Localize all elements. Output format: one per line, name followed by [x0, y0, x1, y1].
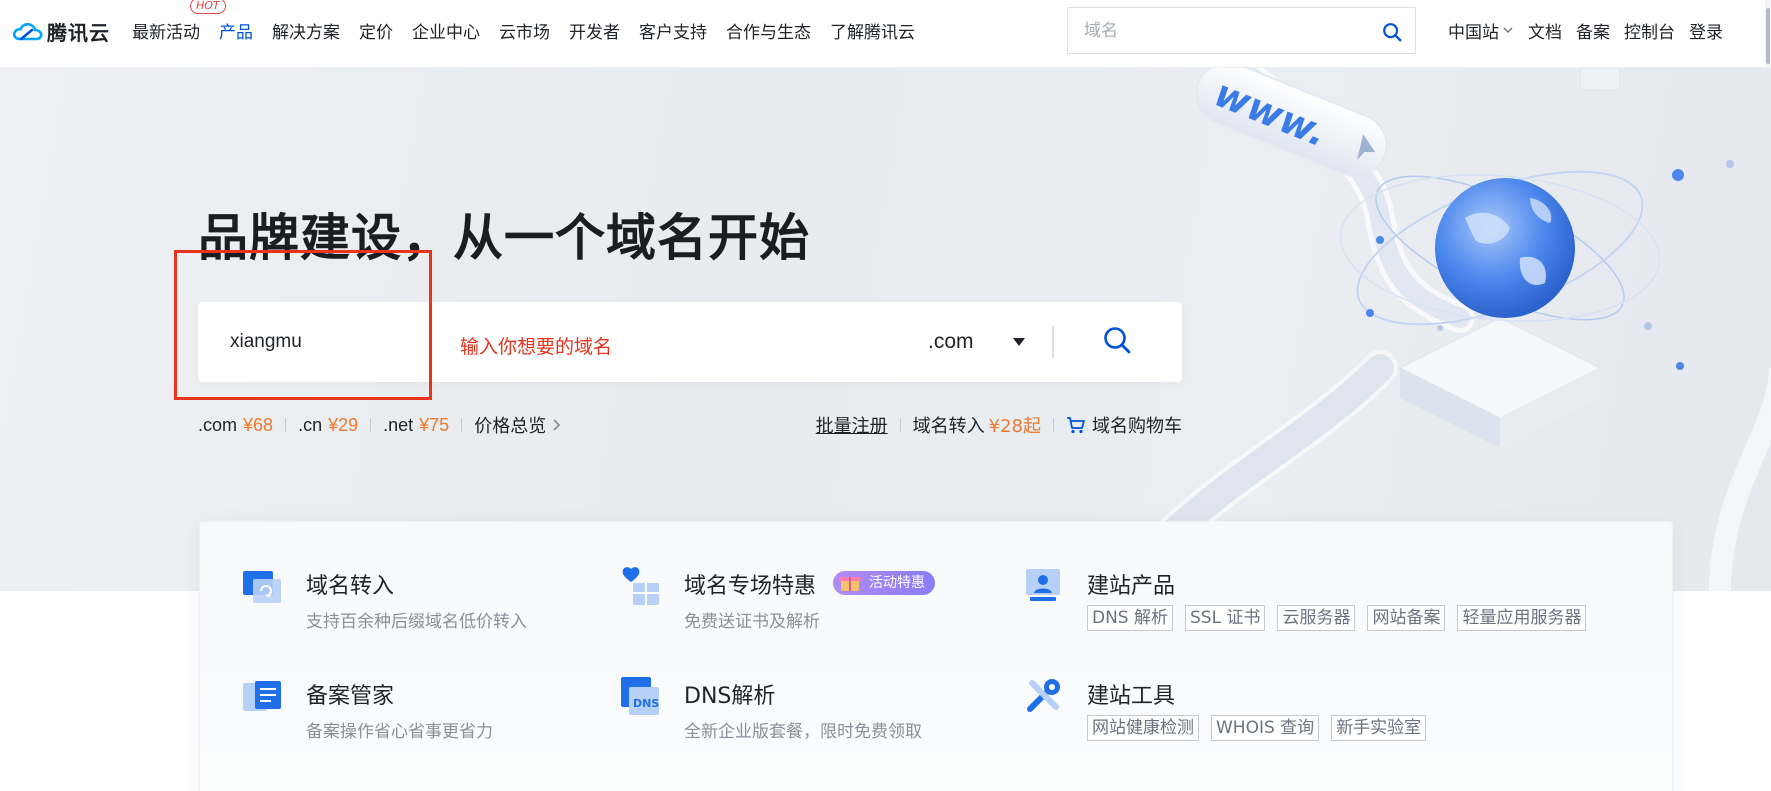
domain-cart-link[interactable]: 域名购物车 [1092, 412, 1182, 438]
nav-item-pricing[interactable]: 定价 [359, 18, 393, 43]
tag-whois[interactable]: WHOIS 查询 [1211, 715, 1320, 741]
promo-badge: 活动特惠 [833, 571, 935, 595]
tld-com-price: ¥68 [243, 414, 274, 435]
scrollbar-thumb[interactable] [1766, 8, 1770, 64]
nav-item-partners[interactable]: 合作与生态 [726, 18, 811, 43]
divider [1053, 418, 1054, 432]
nav-item-products[interactable]: 产品 [219, 18, 253, 43]
divider [285, 418, 287, 432]
service-desc: 支持百余种后缀域名低价转入 [306, 612, 527, 632]
service-desc: 备案操作省心省事更省力 [306, 722, 493, 742]
service-desc: 全新企业版套餐，限时免费领取 [684, 722, 922, 742]
site-product-tags: DNS 解析 SSL 证书 云服务器 网站备案 轻量应用服务器 [1087, 605, 1598, 631]
domain-search-icon[interactable] [1102, 325, 1132, 355]
tag-cvm[interactable]: 云服务器 [1277, 605, 1356, 631]
divider [461, 418, 463, 432]
domain-services-panel: 域名转入 支持百余种后缀域名低价转入 域名专场特惠 活动特惠 免费送证书及解析 [199, 521, 1673, 791]
tag-site-health[interactable]: 网站健康检测 [1087, 715, 1199, 741]
chevron-down-icon [1503, 27, 1513, 33]
header-search [1067, 7, 1416, 54]
dns-icon: DNS [621, 677, 659, 715]
console-link[interactable]: 控制台 [1624, 18, 1675, 43]
promo-gift-icon [839, 577, 861, 591]
top-navigation-bar: 腾讯云 最新活动 HOT 产品 解决方案 定价 企业中心 云市场 开发者 客户支… [0, 0, 1771, 68]
tencent-cloud-logo[interactable]: 腾讯云 [12, 16, 110, 46]
nav-item-about[interactable]: 了解腾讯云 [830, 18, 915, 43]
nav-item-label: 最新活动 [132, 22, 200, 43]
domain-transfer-icon [243, 571, 281, 603]
tag-lighthouse[interactable]: 轻量应用服务器 [1457, 605, 1587, 631]
domain-quick-links: 批量注册 域名转入 ¥28起 域名购物车 [816, 412, 1182, 438]
tools-icon [1027, 679, 1060, 712]
filing-link[interactable]: 备案 [1576, 18, 1610, 43]
divider [1052, 326, 1054, 358]
cloud-logo-icon [12, 22, 43, 41]
hot-badge: HOT [190, 0, 226, 14]
search-icon[interactable] [1381, 21, 1403, 43]
nav-item-solutions[interactable]: 解决方案 [272, 18, 340, 43]
nav-item-enterprise[interactable]: 企业中心 [412, 18, 480, 43]
promo-badge-label: 活动特惠 [869, 575, 925, 591]
logo-text: 腾讯云 [47, 20, 110, 45]
divider [370, 418, 372, 432]
tag-lab[interactable]: 新手实验室 [1331, 715, 1427, 741]
header-search-input[interactable] [1084, 20, 1364, 42]
nav-item-latest-activity[interactable]: 最新活动 HOT [132, 0, 226, 43]
hero-title: 品牌建设，从一个域名开始 [198, 209, 810, 267]
tld-cn[interactable]: .cn [298, 415, 322, 436]
domain-hero-banner: www. 品牌建设，从一个域名开始 输入你想要的域名 .com [0, 68, 1771, 591]
globe-illustration: www. [1102, 68, 1771, 591]
tld-price-list: .com ¥68 .cn ¥29 .net ¥75 价格总览 [198, 412, 562, 438]
cart-icon [1067, 417, 1085, 434]
caret-down-icon [1012, 338, 1025, 346]
tag-ssl[interactable]: SSL 证书 [1185, 605, 1266, 631]
nav-item-developers[interactable]: 开发者 [569, 18, 620, 43]
filing-icon [243, 681, 281, 711]
tld-net[interactable]: .net [383, 415, 413, 436]
service-desc: 免费送证书及解析 [684, 612, 820, 632]
region-selector[interactable]: 中国站 [1448, 18, 1514, 43]
tag-dns[interactable]: DNS 解析 [1087, 605, 1174, 631]
gift-icon [622, 567, 659, 605]
service-title: 建站产品 [1087, 574, 1176, 599]
main-nav: 最新活动 HOT 产品 解决方案 定价 企业中心 云市场 开发者 客户支持 合作… [132, 0, 934, 60]
chevron-right-icon [553, 419, 561, 431]
service-title: 备案管家 [306, 684, 395, 709]
tld-com[interactable]: .com [198, 415, 237, 436]
right-nav: 中国站 文档 备案 控制台 登录 [1448, 0, 1737, 60]
service-title: 建站工具 [1087, 684, 1176, 709]
domain-search-bar: 输入你想要的域名 .com [198, 302, 1182, 382]
svg-text:DNS: DNS [633, 697, 659, 710]
domain-input[interactable] [230, 328, 400, 356]
docs-link[interactable]: 文档 [1528, 18, 1562, 43]
tag-icp[interactable]: 网站备案 [1367, 605, 1446, 631]
site-tool-tags: 网站健康检测 WHOIS 查询 新手实验室 [1087, 715, 1438, 741]
nav-item-support[interactable]: 客户支持 [639, 18, 707, 43]
tld-cn-price: ¥29 [328, 414, 359, 435]
service-title: 域名专场特惠 [684, 574, 817, 599]
region-label: 中国站 [1448, 22, 1499, 43]
service-title: DNS解析 [684, 684, 776, 709]
bulk-register-link[interactable]: 批量注册 [816, 412, 888, 438]
nav-item-marketplace[interactable]: 云市场 [499, 18, 550, 43]
domain-transfer-link[interactable]: 域名转入 [913, 412, 985, 438]
site-product-icon [1026, 569, 1060, 601]
login-link[interactable]: 登录 [1689, 18, 1723, 43]
divider [899, 418, 901, 432]
scrollbar[interactable] [1765, 0, 1771, 68]
service-title: 域名转入 [306, 574, 395, 599]
annotation-hint-text: 输入你想要的域名 [460, 336, 613, 358]
price-overview-link[interactable]: 价格总览 [474, 412, 546, 438]
tld-selected: .com [928, 330, 974, 353]
tld-net-price: ¥75 [419, 414, 450, 435]
transfer-price: ¥28起 [988, 416, 1041, 437]
tld-dropdown[interactable]: .com [928, 326, 1038, 358]
